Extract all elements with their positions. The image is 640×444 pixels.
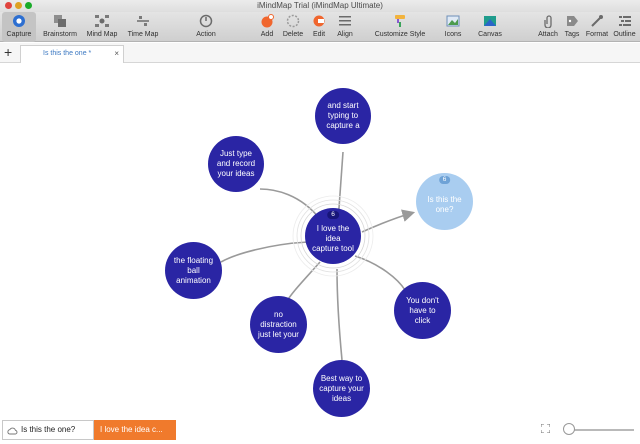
outline-button[interactable]: Outline — [611, 12, 638, 42]
align-button[interactable]: Align — [334, 12, 356, 42]
format-button[interactable]: Format — [585, 12, 609, 42]
toolbar: Capture Brainstorm Mind Map Time Map Act… — [0, 12, 640, 42]
add-button[interactable]: Add — [256, 12, 278, 42]
node-lower-left-text: no distraction just let your — [258, 309, 299, 339]
icons-button[interactable]: Icons — [442, 12, 464, 42]
bottom-bar: Is this the one? I love the idea c... — [0, 418, 640, 444]
action-icon — [199, 14, 213, 28]
node-right-text: You don't have to click — [406, 295, 439, 325]
add-icon — [261, 14, 274, 28]
title-bar: iMindMap Trial (iMindMap Ultimate) — [0, 0, 640, 12]
mind-map-button[interactable]: Mind Map — [84, 12, 120, 42]
canvas-button[interactable]: Canvas — [476, 12, 504, 42]
breadcrumb-root-label: Is this the one? — [21, 425, 76, 434]
breadcrumb-current[interactable]: I love the idea c... — [94, 420, 176, 440]
capture-icon — [13, 15, 25, 27]
breadcrumb-root[interactable]: Is this the one? — [2, 420, 94, 440]
attach-button[interactable]: Attach — [537, 12, 559, 42]
time-map-button[interactable]: Time Map — [124, 12, 162, 42]
central-node[interactable]: 6 I love the idea capture tool — [305, 208, 361, 264]
capture-button[interactable]: Capture — [2, 12, 36, 42]
branch-arrow — [361, 209, 416, 233]
cloud-icon — [7, 427, 18, 435]
node-left[interactable]: the floating ball animation — [165, 242, 222, 299]
central-node-text: I love the idea capture tool — [312, 224, 354, 253]
zoom-slider-handle[interactable] — [563, 423, 575, 435]
tab-title: Is this the one * — [43, 50, 92, 57]
mind-map-icon — [95, 15, 109, 27]
brainstorm-button[interactable]: Brainstorm — [40, 12, 80, 42]
format-icon — [591, 15, 603, 27]
mind-map-canvas[interactable]: 6 I love the idea capture tool and start… — [0, 64, 640, 418]
window-title: iMindMap Trial (iMindMap Ultimate) — [257, 1, 383, 10]
zoom-slider-track[interactable] — [566, 429, 634, 431]
central-node-badge: 6 — [327, 211, 339, 219]
align-icon — [339, 16, 351, 26]
selected-node-badge: 6 — [438, 176, 451, 184]
node-bottom-text: Best way to capture your ideas — [319, 373, 364, 403]
node-left-text: the floating ball animation — [173, 255, 214, 285]
node-selected[interactable]: 6 Is this the one? — [416, 173, 473, 230]
app-window: iMindMap Trial (iMindMap Ultimate) Captu… — [0, 0, 640, 444]
image-icon — [446, 15, 460, 27]
tab-strip: + Is this the one * × — [0, 43, 640, 63]
branch-upper-left — [259, 188, 321, 220]
time-map-icon — [137, 16, 149, 26]
branch-bottom — [336, 268, 343, 361]
node-right[interactable]: You don't have to click — [394, 282, 451, 339]
close-window-button[interactable] — [5, 2, 12, 9]
branch-right — [354, 255, 406, 291]
node-upper-left-text: Just type and record your ideas — [216, 149, 256, 178]
zoom-window-button[interactable] — [25, 2, 32, 9]
node-bottom[interactable]: Best way to capture your ideas — [313, 360, 370, 417]
paperclip-icon — [544, 15, 552, 28]
minimize-window-button[interactable] — [15, 2, 22, 9]
node-lower-left[interactable]: no distraction just let your — [250, 296, 307, 353]
paint-roller-icon — [395, 15, 405, 27]
brainstorm-icon — [54, 15, 66, 27]
canvas-icon — [484, 16, 496, 26]
edit-button[interactable]: Edit — [309, 12, 329, 42]
node-selected-text: Is this the one? — [427, 194, 462, 214]
edit-icon — [313, 15, 325, 27]
tab-document[interactable]: Is this the one * × — [20, 45, 124, 63]
node-top[interactable]: and start typing to capture a — [315, 88, 371, 144]
tags-button[interactable]: Tags — [562, 12, 582, 42]
close-tab-icon[interactable]: × — [114, 46, 119, 62]
delete-icon — [286, 14, 300, 28]
tag-icon — [567, 16, 578, 26]
breadcrumb-current-label: I love the idea c... — [100, 425, 163, 434]
new-tab-button[interactable]: + — [4, 44, 12, 60]
customize-style-button[interactable]: Customize Style — [372, 12, 428, 42]
action-button[interactable]: Action — [190, 12, 222, 42]
fit-screen-icon[interactable] — [541, 424, 550, 433]
outline-icon — [618, 16, 631, 26]
node-upper-left[interactable]: Just type and record your ideas — [208, 136, 264, 192]
delete-button[interactable]: Delete — [282, 12, 304, 42]
node-top-text: and start typing to capture a — [326, 101, 360, 130]
branch-left — [220, 241, 309, 263]
